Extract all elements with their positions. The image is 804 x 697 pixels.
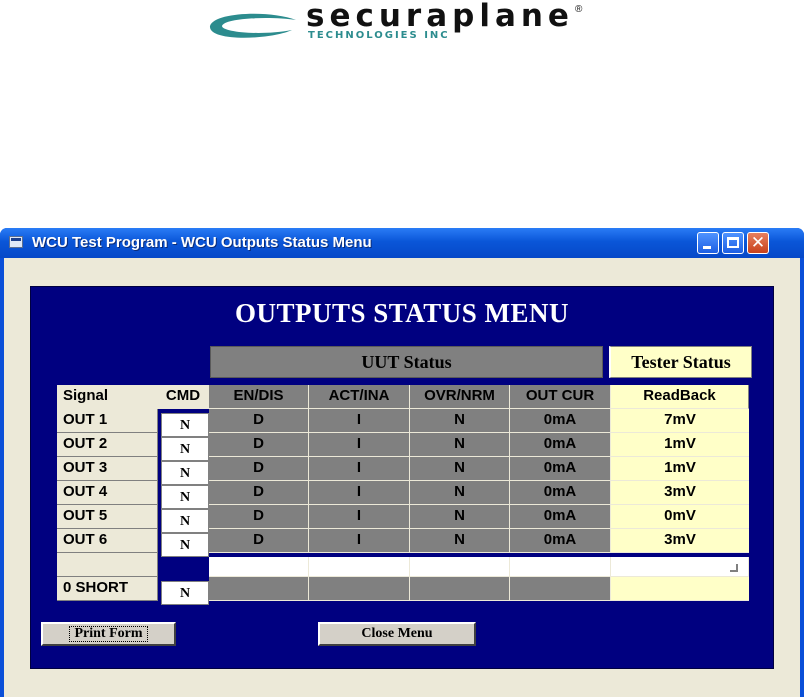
column-header-out-cur: OUT CUR bbox=[510, 385, 611, 409]
minimize-icon bbox=[703, 246, 711, 249]
minimize-button[interactable] bbox=[697, 232, 719, 254]
en-dis-out2: D bbox=[209, 433, 309, 457]
row-signal-out4: OUT 4 bbox=[57, 481, 158, 505]
ovr-nrm-out2: N bbox=[410, 433, 510, 457]
column-header-signal: Signal bbox=[57, 385, 158, 409]
blank-cell[interactable] bbox=[309, 557, 410, 577]
blank-cell[interactable] bbox=[209, 557, 309, 577]
swoosh-logo-icon bbox=[209, 13, 296, 38]
row-signal-out1: OUT 1 bbox=[57, 409, 158, 433]
maximize-button[interactable] bbox=[722, 232, 744, 254]
row-signal-short: 0 SHORT bbox=[57, 577, 158, 601]
resize-grip-icon[interactable] bbox=[730, 564, 738, 572]
readback-out6: 3mV bbox=[611, 529, 749, 553]
ovr-nrm-out3: N bbox=[410, 457, 510, 481]
out-cur-out3: 0mA bbox=[510, 457, 611, 481]
en-dis-out6: D bbox=[209, 529, 309, 553]
readback-out2: 1mV bbox=[611, 433, 749, 457]
ovr-nrm-out5: N bbox=[410, 505, 510, 529]
close-window-button[interactable]: ✕ bbox=[747, 232, 769, 254]
column-header-cmd: CMD bbox=[158, 385, 209, 409]
act-ina-out2: I bbox=[309, 433, 410, 457]
cmd-toggle-out5[interactable]: N bbox=[161, 509, 209, 533]
readback-out3: 1mV bbox=[611, 457, 749, 481]
row-signal-out5: OUT 5 bbox=[57, 505, 158, 529]
app-window-icon[interactable] bbox=[9, 236, 23, 248]
out-cur-out4: 0mA bbox=[510, 481, 611, 505]
en-dis-out4: D bbox=[209, 481, 309, 505]
ovr-nrm-out4: N bbox=[410, 481, 510, 505]
uut-status-header: UUT Status bbox=[210, 346, 603, 378]
act-ina-out4: I bbox=[309, 481, 410, 505]
cmd-toggle-out1[interactable]: N bbox=[161, 413, 209, 437]
en-dis-out3: D bbox=[209, 457, 309, 481]
readback-out4: 3mV bbox=[611, 481, 749, 505]
logo-subtitle: TECHNOLOGIES INC bbox=[308, 30, 450, 41]
row-signal-out3: OUT 3 bbox=[57, 457, 158, 481]
window-title: WCU Test Program - WCU Outputs Status Me… bbox=[32, 234, 372, 251]
out-cur-out1: 0mA bbox=[510, 409, 611, 433]
short-cell bbox=[510, 577, 611, 601]
maximize-icon bbox=[727, 237, 739, 248]
column-header-act-ina: ACT/INA bbox=[309, 385, 410, 409]
close-icon: ✕ bbox=[750, 233, 766, 253]
blank-cell[interactable] bbox=[510, 557, 611, 577]
column-header-en-dis: EN/DIS bbox=[209, 385, 309, 409]
short-cell bbox=[410, 577, 510, 601]
cmd-toggle-short[interactable]: N bbox=[161, 581, 209, 605]
short-cell bbox=[209, 577, 309, 601]
cmd-toggle-out4[interactable]: N bbox=[161, 485, 209, 509]
blank-cell[interactable] bbox=[611, 557, 749, 577]
out-cur-out6: 0mA bbox=[510, 529, 611, 553]
act-ina-out3: I bbox=[309, 457, 410, 481]
ovr-nrm-out1: N bbox=[410, 409, 510, 433]
registered-mark: ® bbox=[575, 4, 583, 15]
en-dis-out5: D bbox=[209, 505, 309, 529]
out-cur-out5: 0mA bbox=[510, 505, 611, 529]
print-form-label: Print Form bbox=[69, 626, 148, 642]
act-ina-out1: I bbox=[309, 409, 410, 433]
cmd-toggle-out6[interactable]: N bbox=[161, 533, 209, 557]
readback-out1: 7mV bbox=[611, 409, 749, 433]
logo-wordmark: securaplane bbox=[306, 0, 574, 34]
menu-title: OUTPUTS STATUS MENU bbox=[234, 298, 570, 328]
act-ina-out5: I bbox=[309, 505, 410, 529]
short-readback bbox=[611, 577, 749, 601]
out-cur-out2: 0mA bbox=[510, 433, 611, 457]
blank-cell[interactable] bbox=[410, 557, 510, 577]
cmd-toggle-out2[interactable]: N bbox=[161, 437, 209, 461]
tester-status-header: Tester Status bbox=[609, 346, 752, 378]
row-signal-blank bbox=[57, 553, 158, 577]
en-dis-out1: D bbox=[209, 409, 309, 433]
act-ina-out6: I bbox=[309, 529, 410, 553]
cmd-toggle-out3[interactable]: N bbox=[161, 461, 209, 485]
column-header-readback: ReadBack bbox=[611, 385, 749, 409]
print-form-button[interactable]: Print Form bbox=[41, 622, 176, 646]
readback-out5: 0mV bbox=[611, 505, 749, 529]
securaplane-logo: securaplane ® TECHNOLOGIES INC bbox=[200, 0, 620, 48]
short-cell bbox=[309, 577, 410, 601]
ovr-nrm-out6: N bbox=[410, 529, 510, 553]
row-signal-out6: OUT 6 bbox=[57, 529, 158, 553]
close-menu-button[interactable]: Close Menu bbox=[318, 622, 476, 646]
row-signal-out2: OUT 2 bbox=[57, 433, 158, 457]
title-bar[interactable]: WCU Test Program - WCU Outputs Status Me… bbox=[0, 228, 804, 258]
column-header-ovr-nrm: OVR/NRM bbox=[410, 385, 510, 409]
